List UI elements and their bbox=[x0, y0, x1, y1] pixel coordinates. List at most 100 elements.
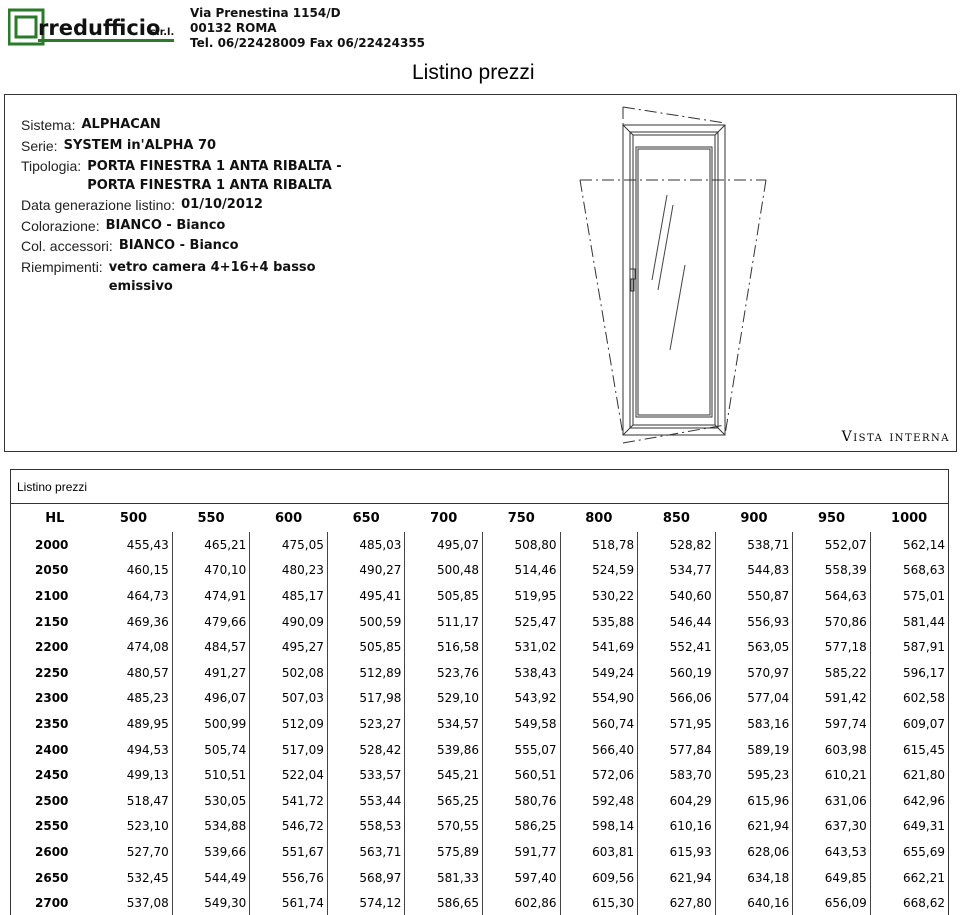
price-cell: 544,49 bbox=[172, 864, 251, 891]
price-cell: 662,21 bbox=[903, 870, 945, 885]
price-cell: 560,51 bbox=[482, 762, 561, 788]
price-cell: 627,80 bbox=[637, 890, 716, 915]
price-cell: 549,24 bbox=[560, 659, 639, 686]
table-row: 2650 532,45 544,49 556,76 568,97 581,33 597,40… bbox=[15, 864, 948, 891]
price-cell: 575,01 bbox=[903, 588, 945, 603]
price-cell: 556,93 bbox=[715, 608, 794, 635]
price-list-panel: Listino prezzi HL 500 550 600 650 700 750 800 85… bbox=[10, 469, 949, 915]
price-cell: 489,95 bbox=[94, 711, 173, 737]
product-specs: Sistema: ALPHACAN Serie: SYSTEM in'ALPHA 7… bbox=[21, 115, 347, 296]
price-cell: 470,10 bbox=[172, 557, 251, 584]
price-cell: 532,45 bbox=[94, 864, 173, 891]
width-header: 500 bbox=[119, 510, 148, 526]
price-cell: 508,80 bbox=[482, 532, 561, 558]
price-cell: 565,25 bbox=[404, 787, 483, 814]
table-row: 2600 527,70 539,66 551,67 563,71 575,89 591,77… bbox=[15, 839, 948, 865]
price-cell: 512,09 bbox=[249, 711, 328, 737]
price-cell: 485,23 bbox=[94, 685, 173, 712]
col-accessori-value: BIANCO - Bianco bbox=[118, 238, 239, 253]
price-cell: 537,08 bbox=[94, 890, 173, 915]
price-cell: 570,55 bbox=[404, 813, 483, 840]
tipologia-value: PORTA FINESTRA 1 ANTA RIBALTA - PORTA FI… bbox=[87, 159, 342, 193]
drawing-caption: Vista interna bbox=[841, 429, 950, 445]
price-cell: 541,72 bbox=[249, 787, 328, 814]
width-header: 750 bbox=[507, 510, 535, 526]
price-cell: 523,76 bbox=[404, 659, 483, 686]
height-cell: 2050 bbox=[35, 563, 69, 578]
price-cell: 598,14 bbox=[560, 813, 639, 840]
price-cell: 628,06 bbox=[715, 839, 794, 865]
price-cell: 610,16 bbox=[637, 813, 716, 840]
price-cell: 597,74 bbox=[792, 711, 871, 737]
height-cell: 2300 bbox=[35, 691, 69, 706]
price-cell: 525,47 bbox=[482, 608, 561, 635]
height-cell: 2450 bbox=[35, 768, 69, 783]
logo-suffix: s.r.l. bbox=[150, 27, 174, 38]
price-cell: 534,77 bbox=[637, 557, 716, 584]
price-cell: 621,94 bbox=[637, 864, 716, 891]
price-cell: 603,98 bbox=[792, 736, 871, 763]
table-row: 2450 499,13 510,51 522,04 533,57 545,21 560,51… bbox=[15, 762, 948, 788]
address-line-2: 00132 ROMA bbox=[190, 21, 277, 35]
height-cell: 2600 bbox=[35, 844, 69, 859]
price-cell: 560,19 bbox=[637, 659, 716, 686]
price-cell: 546,44 bbox=[637, 608, 716, 635]
price-cell: 552,41 bbox=[637, 634, 716, 660]
price-cell: 561,74 bbox=[249, 890, 328, 915]
price-cell: 500,59 bbox=[327, 608, 406, 635]
width-header: 950 bbox=[817, 510, 846, 526]
price-cell: 552,07 bbox=[792, 532, 871, 558]
price-cell: 505,85 bbox=[404, 583, 483, 609]
price-cell: 529,10 bbox=[404, 685, 483, 712]
logo-name: rredufficio bbox=[38, 16, 160, 40]
price-cell: 499,13 bbox=[94, 762, 173, 788]
price-cell: 496,07 bbox=[172, 685, 251, 712]
product-info-panel: Sistema: ALPHACAN Serie: SYSTEM in'ALPHA 7… bbox=[4, 94, 957, 452]
price-cell: 602,86 bbox=[482, 890, 561, 915]
price-cell: 610,21 bbox=[792, 762, 871, 788]
door-drawing: Vista interna bbox=[579, 106, 950, 445]
table-row: 2050 460,15 470,10 480,23 490,27 500,48 514,46… bbox=[15, 557, 948, 584]
price-table: HL 500 550 600 650 700 750 800 850 900 950 1000 200… bbox=[15, 504, 948, 915]
price-cell: 621,80 bbox=[903, 768, 945, 783]
price-cell: 577,04 bbox=[715, 685, 794, 712]
width-header: 1000 bbox=[891, 510, 928, 526]
colorazione-label: Colorazione: bbox=[21, 217, 100, 234]
table-row: 2350 489,95 500,99 512,09 523,27 534,57 549,58… bbox=[15, 711, 948, 737]
table-row: 2150 469,36 479,66 490,09 500,59 511,17 525,47… bbox=[15, 608, 948, 635]
price-cell: 517,98 bbox=[327, 685, 406, 712]
price-cell: 581,33 bbox=[404, 864, 483, 891]
price-cell: 570,86 bbox=[792, 608, 871, 635]
col-accessori-label: Col. accessori: bbox=[21, 238, 113, 254]
price-cell: 566,06 bbox=[637, 685, 716, 712]
height-cell: 2650 bbox=[35, 870, 69, 885]
price-cell: 589,19 bbox=[715, 736, 794, 763]
price-cell: 649,85 bbox=[792, 864, 871, 891]
price-cell: 549,58 bbox=[482, 711, 561, 737]
price-cell: 507,03 bbox=[249, 685, 328, 712]
price-cell: 549,30 bbox=[172, 890, 251, 915]
price-cell: 586,25 bbox=[482, 813, 561, 840]
price-cell: 469,36 bbox=[94, 608, 173, 635]
price-cell: 522,04 bbox=[249, 762, 328, 788]
table-row: 2100 464,73 474,91 485,17 495,41 505,85 519,95… bbox=[15, 583, 948, 609]
height-cell: 2700 bbox=[35, 896, 69, 911]
price-cell: 534,57 bbox=[404, 711, 483, 737]
price-cell: 460,15 bbox=[94, 557, 173, 584]
address-line-3: Tel. 06/22428009 Fax 06/22424355 bbox=[190, 36, 426, 50]
colorazione-value: BIANCO - Bianco bbox=[105, 217, 226, 233]
price-cell: 604,29 bbox=[637, 787, 716, 814]
price-cell: 528,82 bbox=[637, 532, 716, 558]
price-cell: 490,27 bbox=[327, 557, 406, 584]
price-cell: 512,89 bbox=[327, 659, 406, 686]
price-cell: 490,09 bbox=[249, 608, 328, 635]
price-cell: 556,76 bbox=[249, 864, 328, 891]
price-cell: 570,97 bbox=[715, 659, 794, 686]
address-line-1: Via Prenestina 1154/D bbox=[190, 6, 341, 20]
price-cell: 562,14 bbox=[903, 537, 945, 552]
table-header-row: HL 500 550 600 650 700 750 800 850 900 950 1000 bbox=[15, 504, 948, 532]
price-cell: 574,12 bbox=[327, 890, 406, 915]
price-cell: 571,95 bbox=[637, 711, 716, 737]
price-cell: 597,40 bbox=[482, 864, 561, 891]
price-cell: 485,17 bbox=[249, 583, 328, 609]
